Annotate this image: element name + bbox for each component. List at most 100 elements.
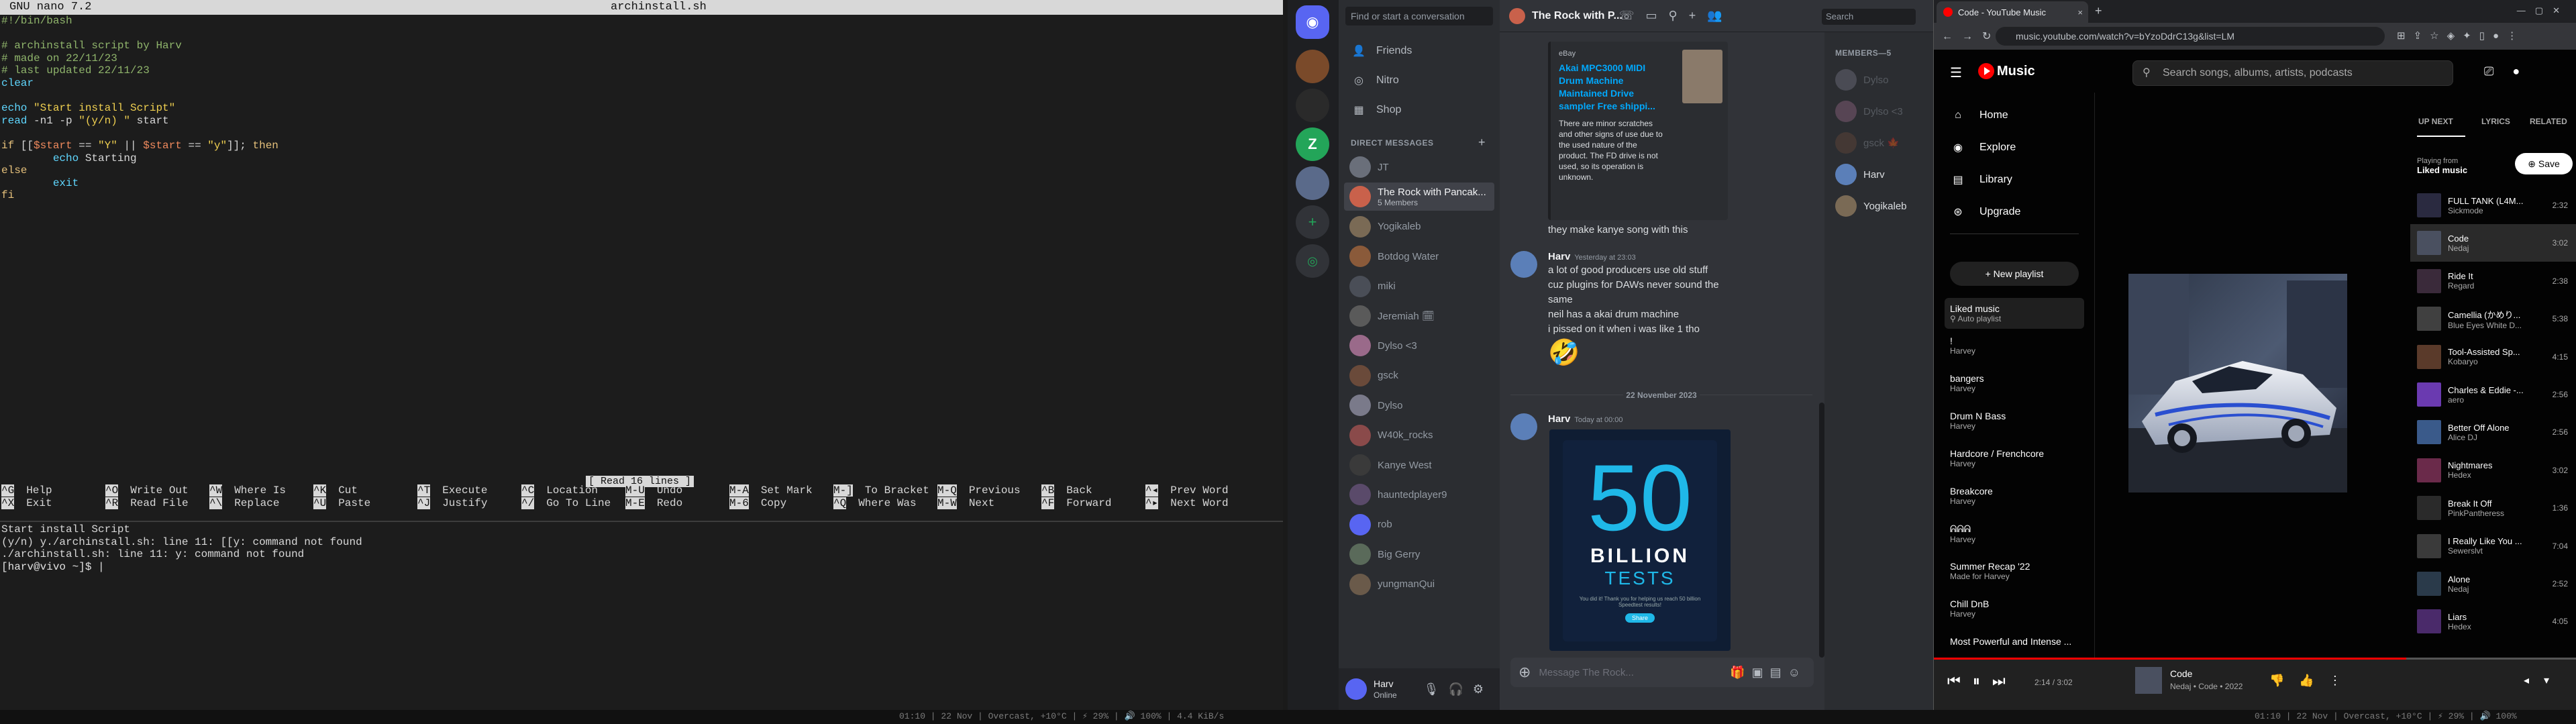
bookmark-star-icon[interactable]: ☆ xyxy=(2430,30,2446,42)
code-line[interactable]: echo Starting xyxy=(1,152,278,165)
server-icon[interactable]: Z xyxy=(1296,127,1329,161)
mic-icon[interactable]: 🎙 xyxy=(1424,682,1449,696)
code-line[interactable]: # made on 22/11/23 xyxy=(1,52,278,65)
dm-item[interactable]: Botdog Water xyxy=(1344,242,1494,270)
member-item[interactable]: Harv xyxy=(1830,160,1928,189)
dm-item[interactable]: Dylso <3 xyxy=(1344,331,1494,360)
nav-friends[interactable]: 👤 Friends xyxy=(1345,38,1493,64)
queue-item[interactable]: FULL TANK (L4M... Sickmode 2:32 xyxy=(2410,187,2576,224)
code-line[interactable]: read -n1 -p "(y/n) " start xyxy=(1,115,278,127)
sticker-icon[interactable]: ▤ xyxy=(1770,666,1788,679)
tab-lyrics[interactable]: LYRICS xyxy=(2481,117,2510,126)
extension-icon[interactable]: ◈ xyxy=(2447,30,2463,42)
settings-gear-icon[interactable]: ⚙ xyxy=(1473,682,1493,696)
playlist-item[interactable]: Breakcore Harvey xyxy=(1950,486,2084,506)
add-member-icon[interactable]: + xyxy=(1689,9,1708,22)
new-playlist-button[interactable]: + New playlist xyxy=(1950,262,2079,286)
emoji-picker-icon[interactable]: ☺ xyxy=(1788,666,1807,679)
queue-item[interactable]: Code Nedaj 3:02 xyxy=(2410,224,2576,262)
progress-bar[interactable] xyxy=(1934,658,2576,660)
code-line[interactable]: fi xyxy=(1,189,278,202)
dm-item[interactable]: Yogikaleb xyxy=(1344,213,1494,241)
terminal-window[interactable]: GNU nano 7.2 archinstall.sh #!/bin/bash #… xyxy=(0,0,1283,710)
url-field[interactable]: music.youtube.com/watch?v=bYzoDdrC13g&li… xyxy=(1996,27,2385,46)
queue-item[interactable]: Liars Hedex 4:05 xyxy=(2410,603,2576,640)
avatar[interactable] xyxy=(1510,413,1537,440)
dm-item[interactable]: W40k_rocks xyxy=(1344,421,1494,450)
dm-item[interactable]: The Rock with Pancak... 5 Members xyxy=(1344,183,1494,211)
playlist-item[interactable]: ᕱᕱᕱ Harvey xyxy=(1950,523,2084,544)
playlist-item[interactable]: bangers Harvey xyxy=(1950,373,2084,393)
message-list[interactable]: eBay Akai MPC3000 MIDI Drum Machine Main… xyxy=(1500,32,1824,656)
queue-item[interactable]: Better Off Alone Alice DJ 2:56 xyxy=(2410,413,2576,451)
forward-icon[interactable]: → xyxy=(1962,31,1982,42)
dm-item[interactable]: Dylso xyxy=(1344,391,1494,419)
add-dm-icon[interactable]: + xyxy=(1478,136,1486,150)
previous-track-icon[interactable]: ⏮ xyxy=(1947,672,1973,689)
message-author[interactable]: Harv xyxy=(1548,251,1570,262)
code-line[interactable] xyxy=(1,90,278,103)
cast-icon[interactable]: ⎚ xyxy=(2484,64,2512,78)
explore-servers-icon[interactable]: ◎ xyxy=(1296,244,1329,278)
add-server-icon[interactable]: + xyxy=(1296,205,1329,239)
embed-title[interactable]: Akai MPC3000 MIDI Drum Machine Maintaine… xyxy=(1559,62,1657,113)
discord-home-icon[interactable]: ◉ xyxy=(1296,5,1329,39)
image-attachment[interactable]: 50 BILLION TESTS You did it! Thank you f… xyxy=(1549,429,1731,651)
browser-menu-icon[interactable]: ⋮ xyxy=(2507,30,2525,42)
sidebar-item-home[interactable]: ⌂ Home xyxy=(1950,102,2008,129)
member-item[interactable]: Dylso xyxy=(1830,66,1928,94)
gift-icon[interactable]: 🎁 xyxy=(1730,666,1751,679)
next-track-icon[interactable]: ⏭ xyxy=(1992,672,2018,689)
back-icon[interactable]: ← xyxy=(1942,31,1962,42)
server-icon[interactable] xyxy=(1296,89,1329,122)
playlist-item[interactable]: Chill DnB Harvey xyxy=(1950,599,2084,619)
code-line[interactable]: if [[$start == "Y" || $start == "y"]]; t… xyxy=(1,140,278,152)
playlist-item[interactable]: Liked music ⚲ Auto playlist xyxy=(1945,298,2084,329)
code-line[interactable]: # last updated 22/11/23 xyxy=(1,64,278,77)
code-line[interactable] xyxy=(1,127,278,140)
minimize-icon[interactable]: — xyxy=(2517,5,2535,15)
volume-icon[interactable]: ◂ xyxy=(2524,675,2544,686)
dm-search-input[interactable]: Find or start a conversation xyxy=(1345,7,1493,25)
code-line[interactable]: exit xyxy=(1,177,278,190)
attach-plus-icon[interactable]: ⊕ xyxy=(1518,664,1531,681)
code-line[interactable] xyxy=(1,28,278,40)
code-line[interactable]: #!/bin/bash xyxy=(1,15,278,28)
ytm-search-input[interactable]: ⚲ Search songs, albums, artists, podcasts xyxy=(2132,60,2453,86)
queue-item[interactable]: Charles & Eddie -... aero 2:56 xyxy=(2410,376,2576,413)
install-app-icon[interactable]: ⊞ xyxy=(2397,30,2414,42)
playlist-item[interactable]: Most Powerful and Intense ... xyxy=(1950,636,2084,647)
queue-item[interactable]: Break It Off PinkPantheress 1:36 xyxy=(2410,489,2576,527)
share-icon[interactable]: ⇪ xyxy=(2414,30,2430,42)
composer-placeholder[interactable]: Message The Rock... xyxy=(1539,667,1633,678)
embed-thumbnail[interactable] xyxy=(1682,50,1722,103)
queue-item[interactable]: Alone Nedaj 2:52 xyxy=(2410,565,2576,603)
dm-item[interactable]: miki xyxy=(1344,272,1494,301)
extensions-puzzle-icon[interactable]: ✦ xyxy=(2463,30,2479,42)
account-avatar[interactable]: ● xyxy=(2512,64,2538,78)
chat-scrollbar[interactable] xyxy=(1819,403,1824,658)
member-list-icon[interactable]: 👥 xyxy=(1707,9,1733,22)
message-composer[interactable]: ⊕ Message The Rock... 🎁▣▤☺ xyxy=(1510,658,1814,687)
like-icon[interactable]: 👍 xyxy=(2299,674,2328,687)
sidebar-item-library[interactable]: ▤ Library xyxy=(1950,166,2012,193)
queue-item[interactable]: Ride It Regard 2:38 xyxy=(2410,262,2576,300)
nano-editor-buffer[interactable]: #!/bin/bash # archinstall script by Harv #… xyxy=(1,15,278,202)
queue-item[interactable]: Camellia (かめり... Blue Eyes White D... 5:38 xyxy=(2410,300,2576,338)
chat-search-input[interactable]: Search xyxy=(1822,9,1916,25)
video-call-icon[interactable]: ▭ xyxy=(1646,9,1669,22)
browser-tab[interactable]: Code - YouTube Music × xyxy=(1937,1,2088,23)
avatar[interactable] xyxy=(1510,251,1537,278)
ytm-logo[interactable]: Music xyxy=(1978,63,2035,79)
code-line[interactable]: clear xyxy=(1,77,278,90)
dm-item[interactable]: Kanye West xyxy=(1344,451,1494,479)
profile-icon[interactable]: ● xyxy=(2493,30,2507,42)
now-playing-subtitle[interactable]: Nedaj • Code • 2022 xyxy=(2170,682,2243,691)
playing-from-source[interactable]: Liked music xyxy=(2417,165,2467,175)
server-icon[interactable] xyxy=(1296,166,1329,200)
avatar[interactable] xyxy=(1345,678,1367,700)
playlist-item[interactable]: Hardcore / Frenchcore Harvey xyxy=(1950,448,2084,468)
dm-item[interactable]: rob xyxy=(1344,511,1494,539)
dm-item[interactable]: yungmanQui xyxy=(1344,570,1494,599)
close-window-icon[interactable]: ✕ xyxy=(2553,5,2569,15)
